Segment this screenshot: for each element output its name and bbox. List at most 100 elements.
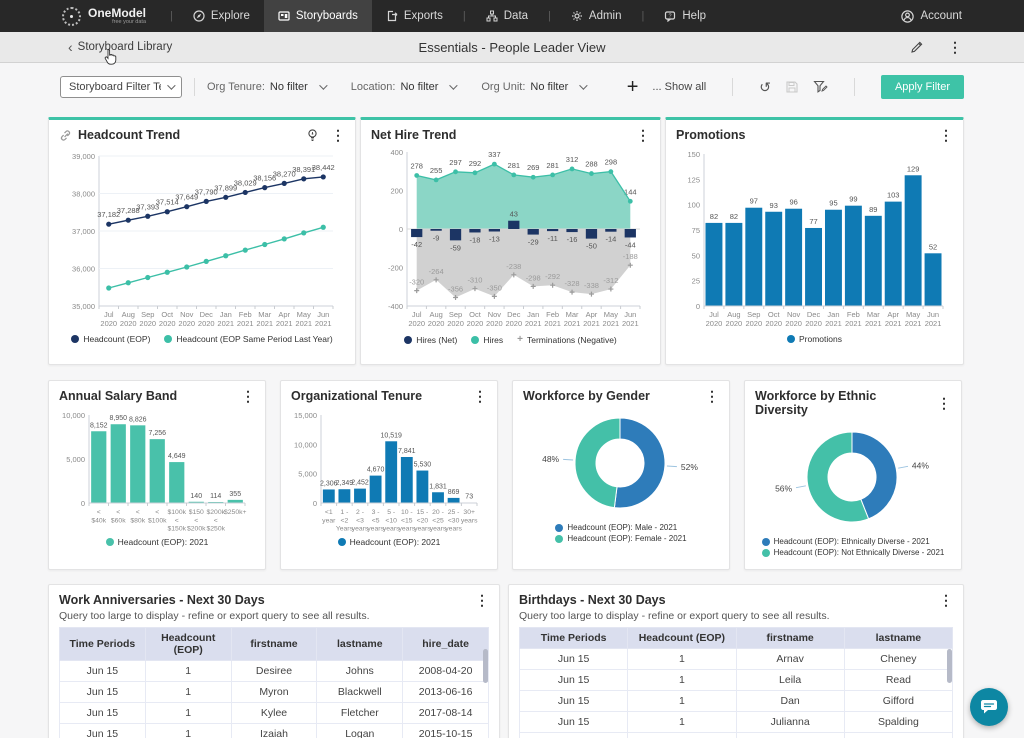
show-all-filters-button[interactable]: ... Show all	[652, 81, 706, 93]
card-menu-icon[interactable]: ⋮	[331, 128, 345, 142]
card-menu-icon[interactable]: ⋮	[937, 396, 951, 410]
svg-text:<2: <2	[341, 517, 349, 524]
svg-text:38,442: 38,442	[312, 163, 335, 172]
organizational-tenure-chart[interactable]: 05,00010,00015,0002,3062,3492,4524,67010…	[291, 403, 485, 535]
svg-text:129: 129	[907, 164, 920, 173]
svg-text:Sep: Sep	[449, 310, 462, 319]
legend-item: Headcount (EOP Same Period Last Year)	[164, 334, 332, 344]
table-row: Jun 151JuliannaSpalding	[520, 712, 953, 733]
card-menu-icon[interactable]: ⋮	[939, 593, 953, 607]
add-filter-button[interactable]: +	[627, 77, 639, 97]
svg-text:Jan: Jan	[527, 310, 539, 319]
svg-text:-312: -312	[603, 276, 618, 285]
svg-text:10,000: 10,000	[62, 411, 85, 420]
undo-icon[interactable]: ↺	[759, 79, 771, 96]
svg-text:312: 312	[566, 155, 579, 164]
storyboard-header: ‹ Storyboard Library Essentials - People…	[0, 32, 1024, 63]
card-organizational-tenure: Organizational Tenure ⋮ 05,00010,00015,0…	[280, 380, 498, 570]
account-menu[interactable]: Account	[885, 0, 978, 32]
card-menu-icon[interactable]: ⋮	[636, 128, 650, 142]
svg-text:140: 140	[190, 493, 202, 500]
card-title: Annual Salary Band	[59, 389, 177, 403]
legend-item: Headcount (EOP): Not Ethnically Diverse …	[762, 548, 945, 557]
card-menu-icon[interactable]: ⋮	[705, 389, 719, 403]
svg-text:Jun: Jun	[317, 310, 329, 319]
nav-item-admin[interactable]: Admin	[557, 0, 636, 32]
chat-launcher-button[interactable]	[970, 688, 1008, 726]
svg-text:5,000: 5,000	[298, 470, 317, 479]
storyboard-filter-template-select[interactable]: Storyboard Filter Temp	[60, 76, 182, 98]
table-cell: 1	[145, 682, 231, 703]
nav-item-explore[interactable]: Explore	[179, 0, 264, 32]
svg-text:Sep: Sep	[141, 310, 154, 319]
svg-text:-310: -310	[467, 276, 482, 285]
svg-text:337: 337	[488, 150, 501, 159]
svg-text:<20: <20	[417, 517, 429, 524]
svg-text:292: 292	[469, 159, 482, 168]
svg-text:96: 96	[789, 198, 797, 207]
nav-item-exports[interactable]: Exports	[372, 0, 457, 32]
card-menu-icon[interactable]: ⋮	[475, 593, 489, 607]
svg-text:2020: 2020	[467, 319, 484, 328]
svg-text:82: 82	[710, 212, 718, 221]
nav-item-help[interactable]: ? Help	[650, 0, 720, 32]
table-cell: 1	[628, 691, 736, 712]
svg-text:Jul: Jul	[412, 310, 422, 319]
svg-text:95: 95	[829, 199, 837, 208]
onemodel-logo[interactable]: OneModel free your data	[0, 0, 164, 32]
headcount-trend-chart[interactable]: 35,00036,00037,00038,00039,000Jul2020Aug…	[59, 142, 343, 332]
svg-text:Feb: Feb	[546, 310, 559, 319]
svg-text:150: 150	[687, 150, 700, 159]
table-cell: Spalding	[844, 712, 952, 733]
workforce-by-ethnic-diversity-chart[interactable]: 44%56%	[755, 417, 949, 535]
svg-text:297: 297	[449, 158, 462, 167]
save-filter-icon[interactable]	[785, 80, 799, 94]
annual-salary-band-chart[interactable]: 05,00010,0008,1528,9508,8267,2564,649140…	[59, 403, 253, 535]
svg-text:103: 103	[887, 191, 900, 200]
svg-text:<5: <5	[372, 517, 380, 524]
svg-text:0: 0	[313, 499, 317, 508]
filter-org-tenure[interactable]: Org Tenure: No filter	[207, 81, 325, 93]
table-cell: Leila	[736, 670, 844, 691]
insight-bulb-icon[interactable]	[306, 128, 319, 142]
filter-org-unit[interactable]: Org Unit: No filter	[481, 81, 585, 93]
apply-filter-button[interactable]: Apply Filter	[881, 75, 964, 99]
filter-location[interactable]: Location: No filter	[351, 81, 456, 93]
card-menu-icon[interactable]: ⋮	[473, 389, 487, 403]
table-scrollbar-thumb[interactable]	[483, 649, 488, 683]
svg-text:Aug: Aug	[429, 310, 442, 319]
divider	[194, 78, 195, 96]
table-cell: Bradley	[736, 733, 844, 738]
edit-pencil-icon[interactable]	[910, 40, 924, 54]
svg-text:200: 200	[390, 187, 403, 196]
svg-text:2021: 2021	[237, 319, 254, 328]
back-to-storyboard-library[interactable]: ‹ Storyboard Library	[68, 39, 172, 55]
svg-text:2020: 2020	[159, 319, 176, 328]
svg-text:2020: 2020	[745, 319, 762, 328]
svg-text:8,826: 8,826	[129, 416, 147, 423]
svg-text:73: 73	[465, 494, 473, 501]
table-scrollbar-thumb[interactable]	[947, 649, 952, 683]
table-header-row: Time PeriodsHeadcount (EOP)firstnamelast…	[60, 628, 489, 661]
svg-text:5,530: 5,530	[414, 462, 432, 469]
table-row: Jun 151BradleyHays	[520, 733, 953, 738]
edit-filters-funnel-icon[interactable]	[813, 80, 828, 94]
card-menu-icon[interactable]: ⋮	[241, 389, 255, 403]
storyboard-menu-icon[interactable]: ⋮	[948, 40, 962, 54]
net-hire-trend-chart[interactable]: 4002000-200-400-42-9-59-18-1343-29-11-16…	[371, 142, 648, 332]
workforce-by-gender-chart[interactable]: 52%48%	[523, 403, 717, 521]
svg-text:-298: -298	[526, 273, 541, 282]
svg-text:$250k+: $250k+	[224, 509, 247, 516]
svg-text:125: 125	[687, 175, 700, 184]
nav-separator: |	[164, 10, 179, 22]
svg-text:2020: 2020	[765, 319, 782, 328]
column-header: lastname	[844, 628, 952, 649]
nav-item-data[interactable]: Data	[472, 0, 542, 32]
nav-item-storyboards[interactable]: Storyboards	[264, 0, 372, 32]
svg-text:2021: 2021	[885, 319, 902, 328]
table-row: Jun 151IzaiahLogan2015-10-15	[60, 724, 489, 738]
card-menu-icon[interactable]: ⋮	[939, 128, 953, 142]
svg-text:-200: -200	[388, 264, 403, 273]
svg-text:-238: -238	[506, 262, 521, 271]
promotions-chart[interactable]: 0255075100125150828297939677959989103129…	[676, 142, 951, 332]
